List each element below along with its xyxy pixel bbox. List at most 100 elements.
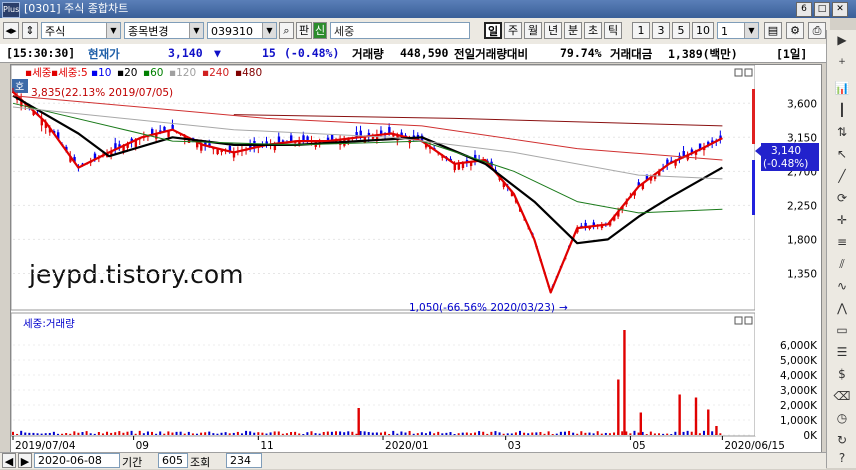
price-range-up-bar bbox=[752, 89, 755, 144]
volume-bar bbox=[502, 433, 505, 435]
interval-1-button[interactable]: 1 bbox=[632, 22, 650, 39]
volume-bar bbox=[392, 430, 395, 435]
interval-10-button[interactable]: 10 bbox=[692, 22, 714, 39]
volume-bar bbox=[649, 431, 652, 435]
stock-name-field[interactable]: 세중 bbox=[330, 22, 470, 39]
stock-change-select[interactable]: 종목변경 ▼ bbox=[124, 22, 204, 39]
volume-y-tick: 3,000K bbox=[780, 385, 818, 397]
panel-close-icon[interactable] bbox=[744, 68, 753, 77]
volume-bar bbox=[347, 431, 350, 435]
volume-bar bbox=[302, 434, 305, 435]
refresh-icon[interactable]: ↻ bbox=[831, 432, 853, 449]
channel-icon[interactable]: ⫽ bbox=[831, 256, 853, 273]
panel-minimize-icon[interactable] bbox=[734, 316, 743, 325]
chart-canvas[interactable]: ▪세중 ▪세중:5 ▪10 ▪20 ▪60 ▪120 ▪240 ▪480 호 3,835(22… bbox=[10, 64, 821, 457]
volume-y-tick: 1,000K bbox=[780, 415, 818, 427]
volume-bar bbox=[175, 431, 178, 435]
chart-area[interactable]: ▪세중 ▪세중:5 ▪10 ▪20 ▪60 ▪120 ▪240 ▪480 호 3,835(22… bbox=[10, 64, 822, 458]
period-tick-button[interactable]: 틱 bbox=[604, 22, 622, 39]
volume-bar bbox=[326, 431, 329, 435]
help-icon[interactable]: ? bbox=[831, 450, 853, 467]
volume-bar bbox=[469, 433, 472, 435]
volume-bar bbox=[212, 433, 215, 435]
volume-bar bbox=[138, 430, 141, 435]
clock-icon[interactable]: ◷ bbox=[831, 410, 853, 427]
interval-5-button[interactable]: 5 bbox=[672, 22, 690, 39]
x-tick-label: 2020/01 bbox=[385, 440, 429, 452]
volume-bar bbox=[388, 433, 391, 435]
bar-chart-icon[interactable]: 📊 bbox=[831, 80, 853, 97]
volume-bar bbox=[97, 431, 100, 435]
arrow-icon[interactable]: ↖ bbox=[831, 146, 853, 163]
candle-icon[interactable]: ┃ bbox=[831, 102, 853, 119]
volume-bar bbox=[208, 431, 211, 435]
volume-bar bbox=[56, 433, 59, 435]
window-tile-button[interactable]: 6 bbox=[796, 2, 812, 17]
volume-bar bbox=[453, 434, 456, 435]
period-week-button[interactable]: 주 bbox=[504, 22, 522, 39]
crosshair-icon[interactable]: ✛ bbox=[831, 212, 853, 229]
volume-bar bbox=[48, 432, 51, 435]
market-select[interactable]: 주식 ▼ bbox=[41, 22, 121, 39]
search-button[interactable]: ⌕ bbox=[279, 22, 294, 39]
volume-bar bbox=[551, 434, 554, 435]
layers-icon[interactable]: ☰ bbox=[831, 344, 853, 361]
period-minute-button[interactable]: 분 bbox=[564, 22, 582, 39]
date-input[interactable]: 2020-06-08 bbox=[34, 453, 120, 468]
window-maximize-button[interactable]: □ bbox=[814, 2, 830, 17]
window-close-button[interactable]: ✕ bbox=[832, 2, 848, 17]
zigzag-icon[interactable]: ⋀ bbox=[831, 300, 853, 317]
eraser-icon[interactable]: ⌫ bbox=[831, 388, 853, 405]
view-count-input[interactable]: 234 bbox=[226, 453, 262, 468]
quote-info-bar: [15:30:30] 현재가 3,140 ▼ 15 (-0.48%) 거래량 4… bbox=[0, 44, 830, 63]
fibonacci-icon[interactable]: ≡ bbox=[831, 234, 853, 251]
period-day-button[interactable]: 일 bbox=[484, 22, 502, 39]
save-button[interactable]: ▤ bbox=[764, 22, 782, 39]
volume-bar bbox=[85, 431, 88, 435]
tool-icon[interactable]: + bbox=[831, 54, 853, 71]
period-second-button[interactable]: 초 bbox=[584, 22, 602, 39]
price-tool-icon[interactable]: ⇅ bbox=[831, 124, 853, 141]
scroll-left-button[interactable]: ◀ bbox=[2, 453, 16, 468]
line-icon[interactable]: ╱ bbox=[831, 168, 853, 185]
volume-bar bbox=[461, 432, 464, 435]
panel-close-icon[interactable] bbox=[744, 316, 753, 325]
settings-button[interactable]: ⚙ bbox=[786, 22, 804, 39]
trend-icon[interactable]: ∿ bbox=[831, 278, 853, 295]
auto-icon[interactable]: ⟳ bbox=[831, 190, 853, 207]
volume-bar-highlight bbox=[715, 426, 718, 435]
legend-item: ▪세중:5 bbox=[51, 67, 88, 79]
price-y-tick: 3,600 bbox=[787, 98, 817, 110]
amount-label: 거래대금 bbox=[610, 47, 653, 61]
volume-bar bbox=[122, 432, 125, 435]
volume-bar bbox=[584, 432, 587, 435]
collapse-icon[interactable]: ▶ bbox=[831, 32, 853, 49]
scroll-right-button[interactable]: ▶ bbox=[18, 453, 32, 468]
stock-code-input[interactable]: 039310 ▼ bbox=[207, 22, 277, 39]
interval-count-select[interactable]: 1 ▼ bbox=[717, 22, 759, 39]
prev-next-arrows-icon[interactable]: ◂▸ bbox=[3, 22, 19, 39]
volume-bar bbox=[298, 433, 301, 435]
print-button[interactable]: ⎙ bbox=[808, 22, 826, 39]
interval-3-button[interactable]: 3 bbox=[652, 22, 670, 39]
volume-bar bbox=[384, 431, 387, 435]
period-month-button[interactable]: 월 bbox=[524, 22, 542, 39]
window-title-bar: Plus [0301] 주식 종합차트 6 □ ✕ bbox=[0, 0, 856, 18]
dollar-icon[interactable]: $ bbox=[831, 366, 853, 383]
ruler-icon[interactable]: ▭ bbox=[831, 322, 853, 339]
panel-minimize-icon[interactable] bbox=[734, 68, 743, 77]
period-year-button[interactable]: 년 bbox=[544, 22, 562, 39]
volume-bar bbox=[449, 432, 452, 435]
updown-arrows-icon[interactable]: ⇕ bbox=[22, 22, 38, 39]
period-count-input[interactable]: 605 bbox=[158, 453, 188, 468]
chevron-down-icon: ▼ bbox=[189, 23, 203, 38]
volume-bar bbox=[236, 431, 239, 435]
x-tick-label: 11 bbox=[260, 440, 273, 452]
watermark-text: jeypd.tistory.com bbox=[28, 260, 244, 289]
x-tick-label: 2019/07/04 bbox=[15, 440, 76, 452]
volume-bar bbox=[204, 432, 207, 435]
chevron-down-icon: ▼ bbox=[744, 23, 758, 38]
volume-bar bbox=[155, 433, 158, 435]
pan-button[interactable]: 판 bbox=[296, 22, 312, 39]
volume-bar bbox=[114, 432, 117, 435]
